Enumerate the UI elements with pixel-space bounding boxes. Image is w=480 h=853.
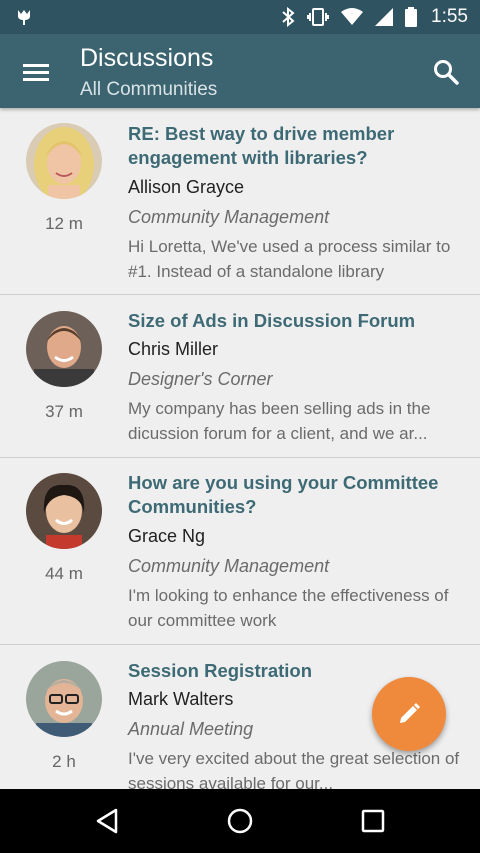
home-icon (227, 808, 253, 834)
author-name: Chris Miller (128, 339, 218, 359)
discussion-subject[interactable]: How are you using your Committee Communi… (128, 471, 462, 519)
community-name: Community Management (128, 207, 330, 227)
back-icon (96, 808, 118, 834)
discussion-item[interactable]: 44 m How are you using your Committee Co… (0, 458, 480, 645)
discussion-content: RE: Best way to drive member engagement … (128, 122, 462, 284)
signal-icon (375, 8, 394, 26)
wifi-icon (341, 8, 364, 26)
search-button[interactable] (424, 50, 468, 94)
timestamp: 44 m (45, 564, 83, 583)
search-icon (434, 60, 459, 85)
timestamp: 12 m (45, 214, 83, 233)
avatar (26, 311, 102, 387)
discussion-subject[interactable]: RE: Best way to drive member engagement … (128, 122, 462, 170)
community-name: Community Management (128, 556, 330, 576)
discussion-content: How are you using your Committee Communi… (128, 471, 462, 633)
app-bar: Discussions All Communities (0, 34, 480, 108)
recents-button[interactable] (351, 799, 395, 843)
bluetooth-icon (281, 7, 295, 27)
message-preview: My company has been selling ads in the d… (128, 399, 431, 443)
menu-icon (23, 64, 49, 81)
back-button[interactable] (85, 799, 129, 843)
message-preview: I'm looking to enhance the effectiveness… (128, 586, 449, 630)
menu-button[interactable] (14, 50, 58, 94)
community-filter[interactable]: All Communities (80, 79, 217, 101)
recents-icon (361, 809, 385, 833)
community-name: Designer's Corner (128, 369, 273, 389)
vibrate-icon (307, 7, 330, 27)
clock: 1:55 (431, 6, 468, 27)
message-preview: Hi Loretta, We've used a process similar… (128, 237, 451, 281)
discussion-item[interactable]: 12 m RE: Best way to drive member engage… (0, 110, 480, 295)
page-title: Discussions (80, 44, 214, 72)
author-name: Grace Ng (128, 526, 206, 546)
discussion-item[interactable]: 37 m Size of Ads in Discussion Forum Chr… (0, 295, 480, 458)
status-bar: 1:55 (0, 0, 480, 34)
battery-icon (405, 7, 418, 27)
timestamp: 2 h (52, 752, 76, 771)
navigation-bar (0, 789, 480, 853)
pencil-icon (400, 703, 420, 723)
discussion-subject[interactable]: Size of Ads in Discussion Forum (128, 309, 462, 333)
author-name: Allison Grayce (128, 177, 245, 197)
home-button[interactable] (218, 799, 262, 843)
message-preview: I've very excited about the great select… (128, 749, 460, 789)
avatar (26, 123, 102, 199)
notification-icon (14, 7, 34, 27)
avatar (26, 661, 102, 737)
status-icons: 1:55 (281, 0, 468, 34)
avatar (26, 473, 102, 549)
discussion-content: Size of Ads in Discussion Forum Chris Mi… (128, 309, 462, 446)
new-discussion-button[interactable] (372, 677, 446, 751)
timestamp: 37 m (45, 402, 83, 421)
